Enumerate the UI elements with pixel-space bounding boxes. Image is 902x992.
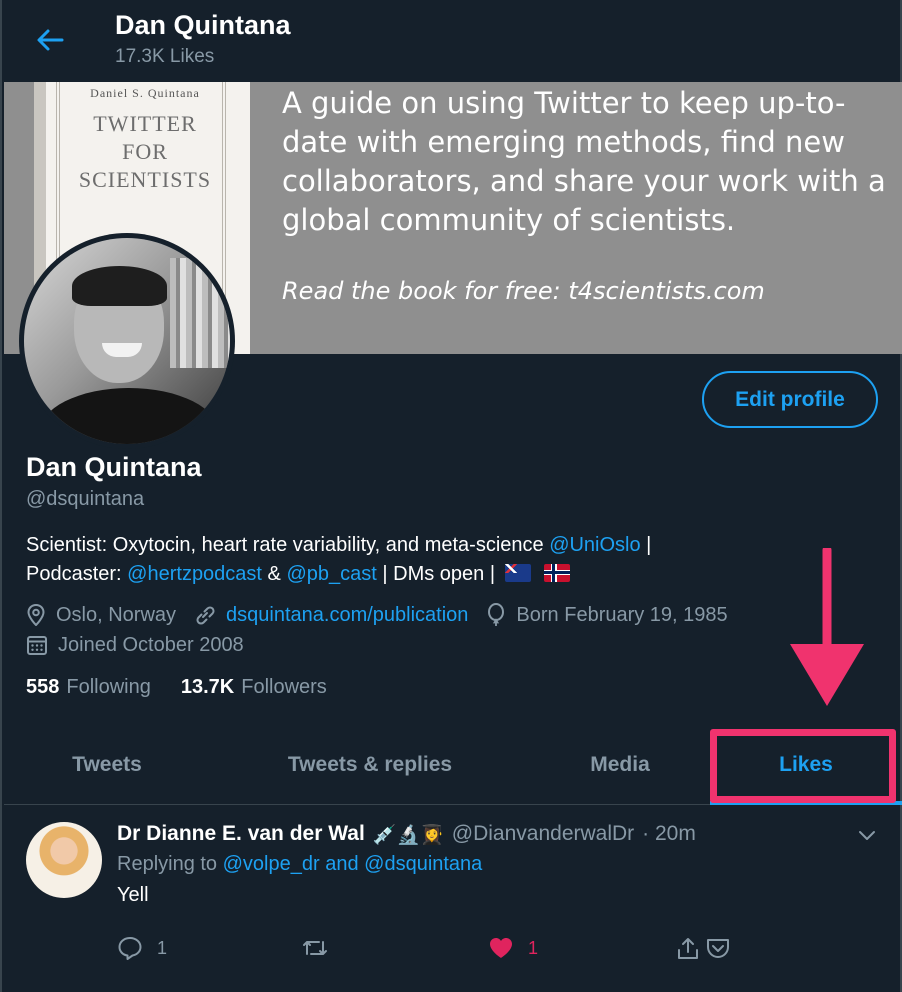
book-author: Daniel S. Quintana [90, 86, 200, 100]
tab-media[interactable]: Media [530, 725, 710, 805]
followers-count: 13.7K [180, 676, 235, 698]
tweet-header: Dr Dianne E. van der Wal 💉🔬👩‍🎓 @Dianvand… [117, 822, 696, 846]
header-title: Dan Quintana [115, 10, 291, 40]
retweet-icon [303, 941, 327, 955]
edit-profile-button[interactable]: Edit profile [702, 371, 878, 428]
norway-flag-icon [544, 564, 571, 582]
app-frame: Dan Quintana 17.3K Likes Daniel S. Quint… [0, 0, 902, 992]
location-pin-icon [27, 604, 45, 626]
link-icon [196, 606, 215, 625]
australia-flag-icon [504, 564, 531, 582]
likes-tab-highlight-box [710, 729, 896, 803]
tweet-text: Yell [117, 884, 149, 906]
annotation-arrow-icon [790, 548, 864, 706]
birthday-item: Born February 19, 1985 [486, 603, 728, 627]
following-label: Following [66, 676, 151, 698]
joined-item: Joined October 2008 [26, 634, 244, 657]
book-title: TWITTER FOR SCIENTISTS [78, 111, 212, 192]
banner-text: A guide on using Twitter to keep up-to-d… [282, 86, 886, 237]
pocket-icon [707, 939, 729, 958]
follow-counts: 558 Following 13.7K Followers [26, 676, 357, 699]
back-arrow-icon [37, 29, 64, 51]
profile-meta: Oslo, Norway dsquintana.com/publication … [26, 600, 896, 660]
mention-unioslo-link[interactable]: @UniOslo [549, 534, 640, 556]
location-text: Oslo, Norway [56, 603, 177, 626]
followers-link[interactable]: 13.7K Followers [181, 676, 327, 699]
website-link[interactable]: dsquintana.com/publication [226, 604, 468, 627]
mention-pb-cast-link[interactable]: @pb_cast [286, 563, 376, 585]
heart-filled-icon [490, 938, 512, 958]
balloon-icon [488, 603, 505, 626]
reply-button[interactable]: 1 [117, 936, 167, 960]
followers-label: Followers [241, 676, 327, 698]
save-to-pocket-button[interactable] [705, 936, 745, 960]
top-bar: Dan Quintana 17.3K Likes [2, 0, 902, 82]
following-link[interactable]: 558 Following [26, 676, 151, 699]
location-item: Oslo, Norway [26, 604, 176, 627]
retweet-button[interactable] [301, 936, 343, 960]
back-button[interactable] [30, 22, 70, 58]
chevron-down-icon[interactable] [856, 824, 878, 846]
profile-avatar[interactable] [19, 233, 235, 449]
reply-mention-dsquintana-link[interactable]: @dsquintana [364, 853, 482, 875]
tweet-time[interactable]: · 20m [642, 822, 696, 846]
header-likes-count: 17.3K Likes [115, 46, 215, 67]
tweet-author-handle[interactable]: @DianvanderwalDr [452, 822, 634, 846]
profile-handle: @dsquintana [26, 488, 145, 510]
birthday-text: Born February 19, 1985 [516, 603, 728, 626]
banner-link-text: Read the book for free: t4scientists.com [282, 277, 765, 305]
liked-tweet[interactable]: Dr Dianne E. van der Wal 💉🔬👩‍🎓 @Dianvand… [4, 806, 902, 992]
tab-tweets[interactable]: Tweets [4, 725, 210, 805]
tweet-actions: 1 1 [117, 936, 757, 966]
mention-hertzpodcast-link[interactable]: @hertzpodcast [127, 563, 262, 585]
calendar-icon [27, 636, 47, 655]
reply-mention-volpe-link[interactable]: @volpe_dr [223, 853, 320, 875]
tweet-author-avatar[interactable] [26, 822, 102, 898]
like-count: 1 [528, 937, 539, 958]
joined-text: Joined October 2008 [58, 633, 244, 656]
tweet-author-name[interactable]: Dr Dianne E. van der Wal [117, 822, 365, 846]
avatar-photo [24, 238, 230, 444]
tab-tweets-and-replies[interactable]: Tweets & replies [210, 725, 530, 805]
website-item: dsquintana.com/publication [194, 604, 468, 627]
tweet-author-emojis: 💉🔬👩‍🎓 [372, 823, 444, 846]
profile-bio: Scientist: Oxytocin, heart rate variabil… [26, 534, 652, 585]
reply-bubble-icon [118, 937, 142, 960]
replying-to: Replying to @volpe_dr and @dsquintana [117, 853, 483, 875]
profile-name: Dan Quintana [26, 452, 202, 482]
following-count: 558 [26, 676, 60, 698]
like-button[interactable]: 1 [488, 936, 538, 960]
share-icon [678, 938, 698, 959]
reply-count: 1 [157, 937, 168, 958]
